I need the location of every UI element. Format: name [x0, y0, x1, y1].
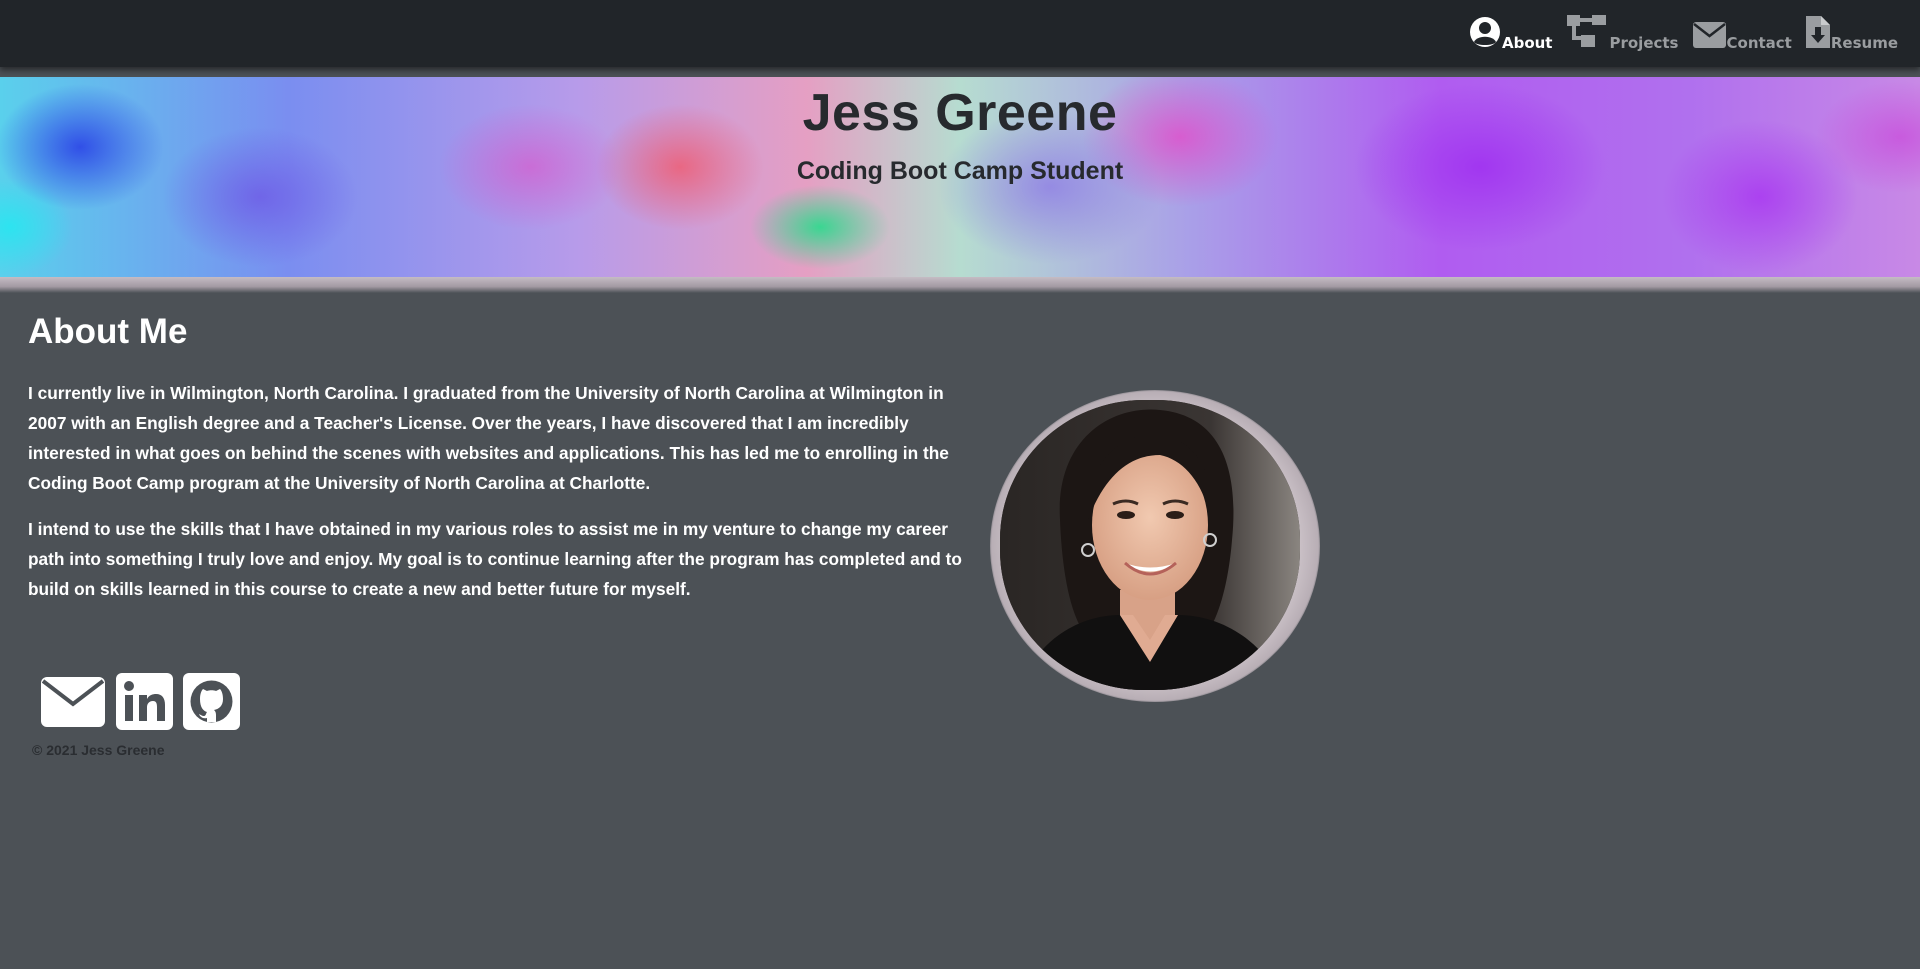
nav-label-resume: Resume [1830, 34, 1898, 52]
hero-name: Jess Greene [802, 84, 1118, 142]
nav-item-contact[interactable]: Contact [1692, 22, 1792, 52]
user-circle-icon [1469, 16, 1501, 52]
about-heading: About Me [28, 312, 188, 351]
envelope-icon [40, 676, 106, 732]
nav-item-projects[interactable]: Projects [1566, 14, 1679, 52]
social-links [40, 673, 240, 734]
nav-item-about[interactable]: About [1469, 16, 1553, 52]
sitemap-icon [1566, 14, 1608, 52]
hero-subtitle: Coding Boot Camp Student [796, 157, 1124, 185]
nav-item-resume[interactable]: Resume [1805, 16, 1898, 52]
nav-label-about: About [1501, 34, 1553, 52]
envelope-icon [1692, 22, 1726, 52]
github-icon [183, 673, 240, 734]
email-link[interactable] [40, 676, 106, 732]
nav-label-projects: Projects [1609, 34, 1679, 52]
hero-divider [0, 277, 1920, 293]
top-navbar: About Projects Contact Resume [0, 0, 1920, 67]
footer-copyright: © 2021 Jess Greene [32, 742, 165, 758]
nav-label-contact: Contact [1726, 34, 1792, 52]
linkedin-link[interactable] [116, 673, 173, 734]
profile-photo [1000, 400, 1300, 690]
github-link[interactable] [183, 673, 240, 734]
about-paragraph-2: I intend to use the skills that I have o… [28, 519, 962, 599]
nav-list: About Projects Contact Resume [1469, 14, 1898, 52]
about-paragraph-1: I currently live in Wilmington, North Ca… [28, 383, 949, 493]
linkedin-icon [116, 673, 173, 734]
about-text: I currently live in Wilmington, North Ca… [28, 378, 973, 620]
file-download-icon [1805, 16, 1830, 52]
